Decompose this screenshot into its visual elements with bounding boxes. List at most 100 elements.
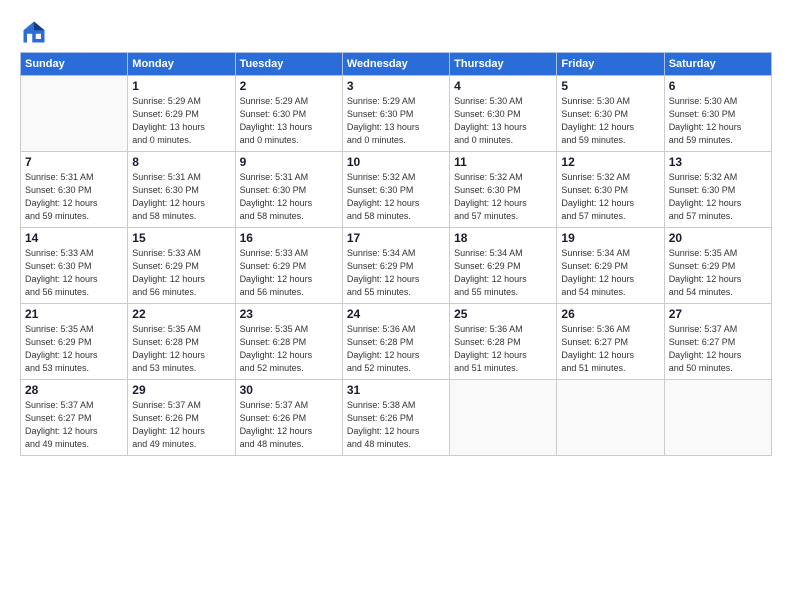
calendar-cell: 23 Sunrise: 5:35 AMSunset: 6:28 PMDayligh… [235, 304, 342, 380]
day-info: Sunrise: 5:38 AMSunset: 6:26 PMDaylight:… [347, 399, 445, 451]
calendar-cell: 7 Sunrise: 5:31 AMSunset: 6:30 PMDaylight… [21, 152, 128, 228]
column-header-tuesday: Tuesday [235, 53, 342, 76]
day-info: Sunrise: 5:32 AMSunset: 6:30 PMDaylight:… [454, 171, 552, 223]
calendar-cell [21, 76, 128, 152]
day-info: Sunrise: 5:33 AMSunset: 6:29 PMDaylight:… [132, 247, 230, 299]
calendar-cell: 18Sunrise: 5:34 AMSunset: 6:29 PMDayligh… [450, 228, 557, 304]
calendar-cell: 15 Sunrise: 5:33 AMSunset: 6:29 PMDayligh… [128, 228, 235, 304]
day-number: 18 [454, 231, 552, 245]
day-info: Sunrise: 5:37 AMSunset: 6:27 PMDaylight:… [25, 399, 123, 451]
calendar-cell: 9Sunrise: 5:31 AMSunset: 6:30 PMDaylight… [235, 152, 342, 228]
day-number: 19 [561, 231, 659, 245]
day-info: Sunrise: 5:29 AMSunset: 6:30 PMDaylight:… [347, 95, 445, 147]
column-header-sunday: Sunday [21, 53, 128, 76]
day-info: Sunrise: 5:36 AMSunset: 6:27 PMDaylight:… [561, 323, 659, 375]
day-number: 28 [25, 383, 123, 397]
day-number: 26 [561, 307, 659, 321]
day-number: 24 [347, 307, 445, 321]
calendar-cell: 25 Sunrise: 5:36 AMSunset: 6:28 PMDayligh… [450, 304, 557, 380]
calendar-cell: 2 Sunrise: 5:29 AMSunset: 6:30 PMDaylight… [235, 76, 342, 152]
day-number: 7 [25, 155, 123, 169]
day-info: Sunrise: 5:35 AMSunset: 6:29 PMDaylight:… [25, 323, 123, 375]
day-number: 12 [561, 155, 659, 169]
day-info: Sunrise: 5:35 AMSunset: 6:28 PMDaylight:… [240, 323, 338, 375]
day-number: 25 [454, 307, 552, 321]
header-row: SundayMondayTuesdayWednesdayThursdayFrid… [21, 53, 772, 76]
calendar-cell: 13 Sunrise: 5:32 AMSunset: 6:30 PMDayligh… [664, 152, 771, 228]
column-header-friday: Friday [557, 53, 664, 76]
calendar-cell: 19 Sunrise: 5:34 AMSunset: 6:29 PMDayligh… [557, 228, 664, 304]
day-info: Sunrise: 5:29 AMSunset: 6:30 PMDaylight:… [240, 95, 338, 147]
calendar-cell: 14 Sunrise: 5:33 AMSunset: 6:30 PMDayligh… [21, 228, 128, 304]
day-number: 11 [454, 155, 552, 169]
day-number: 2 [240, 79, 338, 93]
day-info: Sunrise: 5:36 AMSunset: 6:28 PMDaylight:… [454, 323, 552, 375]
day-number: 21 [25, 307, 123, 321]
header [20, 18, 772, 46]
day-info: Sunrise: 5:30 AMSunset: 6:30 PMDaylight:… [454, 95, 552, 147]
week-row: 21 Sunrise: 5:35 AMSunset: 6:29 PMDayligh… [21, 304, 772, 380]
day-number: 16 [240, 231, 338, 245]
calendar-cell: 4Sunrise: 5:30 AMSunset: 6:30 PMDaylight… [450, 76, 557, 152]
day-info: Sunrise: 5:36 AMSunset: 6:28 PMDaylight:… [347, 323, 445, 375]
day-info: Sunrise: 5:32 AMSunset: 6:30 PMDaylight:… [561, 171, 659, 223]
day-number: 29 [132, 383, 230, 397]
calendar-cell: 17 Sunrise: 5:34 AMSunset: 6:29 PMDayligh… [342, 228, 449, 304]
day-info: Sunrise: 5:37 AMSunset: 6:26 PMDaylight:… [240, 399, 338, 451]
page: SundayMondayTuesdayWednesdayThursdayFrid… [0, 0, 792, 466]
calendar-cell: 31 Sunrise: 5:38 AMSunset: 6:26 PMDayligh… [342, 380, 449, 456]
column-header-saturday: Saturday [664, 53, 771, 76]
logo-icon [20, 18, 48, 46]
day-number: 22 [132, 307, 230, 321]
calendar-cell: 12 Sunrise: 5:32 AMSunset: 6:30 PMDayligh… [557, 152, 664, 228]
calendar-cell: 22Sunrise: 5:35 AMSunset: 6:28 PMDayligh… [128, 304, 235, 380]
calendar-cell: 21 Sunrise: 5:35 AMSunset: 6:29 PMDayligh… [21, 304, 128, 380]
day-info: Sunrise: 5:31 AMSunset: 6:30 PMDaylight:… [25, 171, 123, 223]
day-number: 31 [347, 383, 445, 397]
day-number: 17 [347, 231, 445, 245]
day-number: 20 [669, 231, 767, 245]
day-number: 5 [561, 79, 659, 93]
column-header-monday: Monday [128, 53, 235, 76]
day-number: 13 [669, 155, 767, 169]
column-header-wednesday: Wednesday [342, 53, 449, 76]
calendar-cell: 1 Sunrise: 5:29 AMSunset: 6:29 PMDaylight… [128, 76, 235, 152]
calendar-cell: 27 Sunrise: 5:37 AMSunset: 6:27 PMDayligh… [664, 304, 771, 380]
day-number: 3 [347, 79, 445, 93]
week-row: 14 Sunrise: 5:33 AMSunset: 6:30 PMDayligh… [21, 228, 772, 304]
logo [20, 18, 52, 46]
calendar-cell: 16 Sunrise: 5:33 AMSunset: 6:29 PMDayligh… [235, 228, 342, 304]
day-info: Sunrise: 5:34 AMSunset: 6:29 PMDaylight:… [347, 247, 445, 299]
day-number: 30 [240, 383, 338, 397]
day-info: Sunrise: 5:33 AMSunset: 6:30 PMDaylight:… [25, 247, 123, 299]
day-info: Sunrise: 5:33 AMSunset: 6:29 PMDaylight:… [240, 247, 338, 299]
calendar-cell: 8Sunrise: 5:31 AMSunset: 6:30 PMDaylight… [128, 152, 235, 228]
day-number: 27 [669, 307, 767, 321]
column-header-thursday: Thursday [450, 53, 557, 76]
day-number: 15 [132, 231, 230, 245]
day-info: Sunrise: 5:32 AMSunset: 6:30 PMDaylight:… [669, 171, 767, 223]
day-info: Sunrise: 5:29 AMSunset: 6:29 PMDaylight:… [132, 95, 230, 147]
calendar-table: SundayMondayTuesdayWednesdayThursdayFrid… [20, 52, 772, 456]
calendar-cell: 20 Sunrise: 5:35 AMSunset: 6:29 PMDayligh… [664, 228, 771, 304]
day-number: 23 [240, 307, 338, 321]
calendar-cell: 30 Sunrise: 5:37 AMSunset: 6:26 PMDayligh… [235, 380, 342, 456]
calendar-cell: 6Sunrise: 5:30 AMSunset: 6:30 PMDaylight… [664, 76, 771, 152]
day-info: Sunrise: 5:32 AMSunset: 6:30 PMDaylight:… [347, 171, 445, 223]
day-number: 10 [347, 155, 445, 169]
day-number: 14 [25, 231, 123, 245]
day-info: Sunrise: 5:37 AMSunset: 6:26 PMDaylight:… [132, 399, 230, 451]
calendar-cell: 5Sunrise: 5:30 AMSunset: 6:30 PMDaylight… [557, 76, 664, 152]
day-info: Sunrise: 5:35 AMSunset: 6:29 PMDaylight:… [669, 247, 767, 299]
day-info: Sunrise: 5:37 AMSunset: 6:27 PMDaylight:… [669, 323, 767, 375]
calendar-cell [450, 380, 557, 456]
day-number: 1 [132, 79, 230, 93]
day-info: Sunrise: 5:34 AMSunset: 6:29 PMDaylight:… [561, 247, 659, 299]
day-info: Sunrise: 5:31 AMSunset: 6:30 PMDaylight:… [240, 171, 338, 223]
week-row: 28 Sunrise: 5:37 AMSunset: 6:27 PMDayligh… [21, 380, 772, 456]
calendar-cell: 3 Sunrise: 5:29 AMSunset: 6:30 PMDaylight… [342, 76, 449, 152]
calendar-cell [557, 380, 664, 456]
calendar-cell: 29 Sunrise: 5:37 AMSunset: 6:26 PMDayligh… [128, 380, 235, 456]
day-info: Sunrise: 5:31 AMSunset: 6:30 PMDaylight:… [132, 171, 230, 223]
calendar-cell: 10 Sunrise: 5:32 AMSunset: 6:30 PMDayligh… [342, 152, 449, 228]
